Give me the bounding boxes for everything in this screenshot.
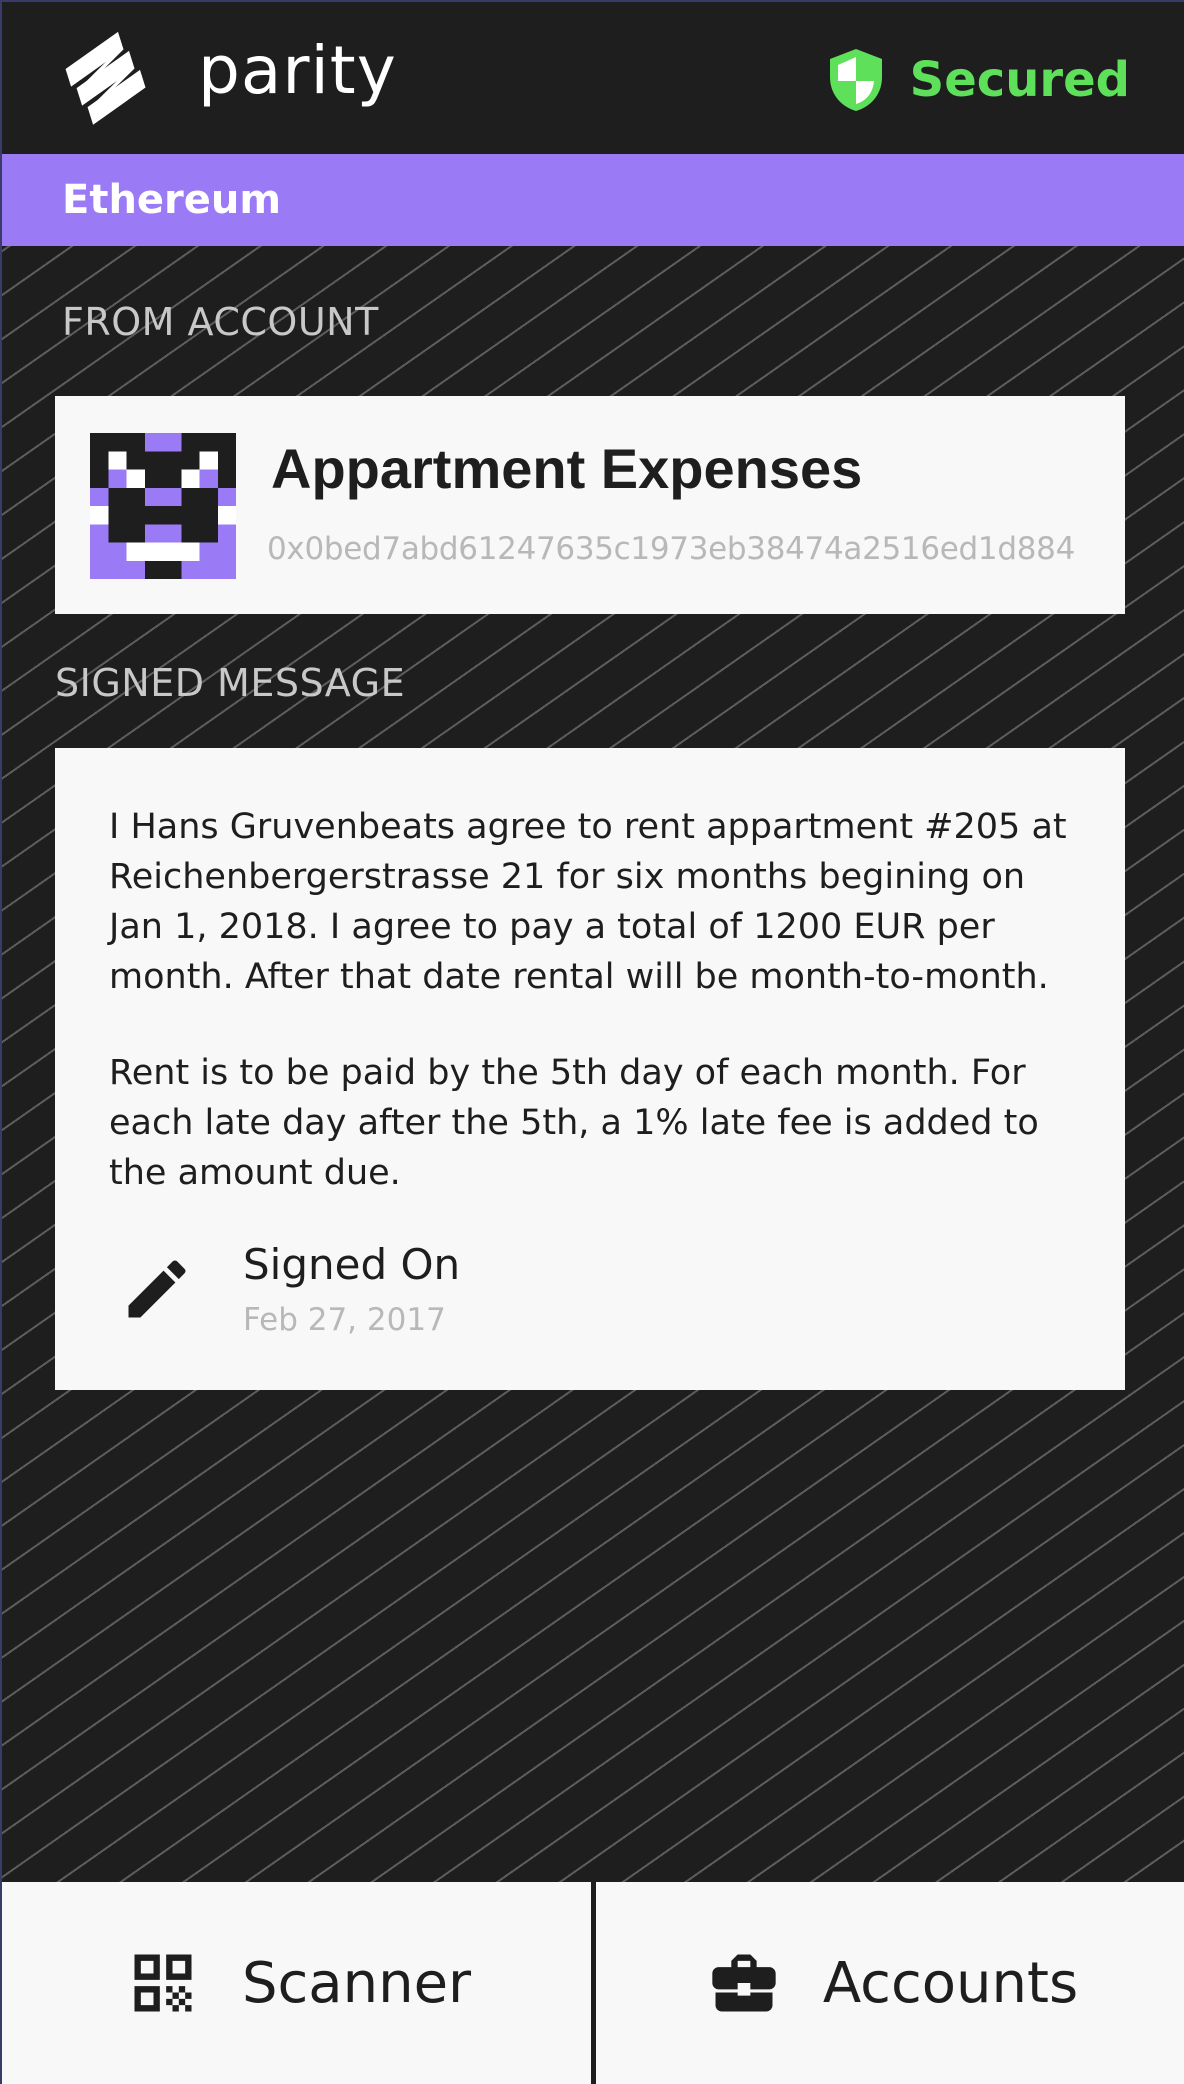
pencil-icon xyxy=(128,1260,186,1318)
account-card[interactable]: Appartment Expenses 0x0bed7abd61247635c1… xyxy=(55,396,1125,614)
account-address: 0x0bed7abd61247635c1973eb38474a2516ed1d8… xyxy=(267,531,1075,567)
secured-label: Secured xyxy=(909,52,1130,108)
network-label: Ethereum xyxy=(62,177,282,223)
network-bar: Ethereum xyxy=(2,154,1184,246)
message-body: I Hans Gruvenbeats agree to rent appartm… xyxy=(109,802,1089,1244)
briefcase-icon xyxy=(712,1954,776,2012)
top-header: parity Secured xyxy=(2,0,1184,154)
scanner-button[interactable]: Scanner xyxy=(2,1882,591,2084)
message-card: I Hans Gruvenbeats agree to rent appartm… xyxy=(55,748,1125,1390)
signed-on-label: Signed On xyxy=(243,1240,461,1289)
qr-code-icon xyxy=(134,1954,192,2012)
accounts-button[interactable]: Accounts xyxy=(596,1882,1184,2084)
message-paragraph: I Hans Gruvenbeats agree to rent appartm… xyxy=(109,807,1067,997)
accounts-label: Accounts xyxy=(822,1950,1079,2016)
from-account-title: FROM ACCOUNT xyxy=(62,300,379,344)
bottom-nav: Scanner Accounts xyxy=(2,1882,1184,2084)
account-name: Appartment Expenses xyxy=(271,437,863,500)
brand-name: parity xyxy=(198,32,397,109)
app-root: parity Secured Ethereum FROM ACCOUNT App… xyxy=(0,0,1184,2084)
message-paragraph: Rent is to be paid by the 5th day of eac… xyxy=(109,1053,1039,1193)
shield-icon xyxy=(829,49,882,111)
parity-logo-icon xyxy=(65,31,146,125)
signed-on-date: Feb 27, 2017 xyxy=(243,1302,446,1338)
account-identicon xyxy=(90,433,236,579)
security-status: Secured xyxy=(828,40,1130,120)
signed-message-title: SIGNED MESSAGE xyxy=(55,661,406,705)
scanner-label: Scanner xyxy=(241,1950,472,2016)
